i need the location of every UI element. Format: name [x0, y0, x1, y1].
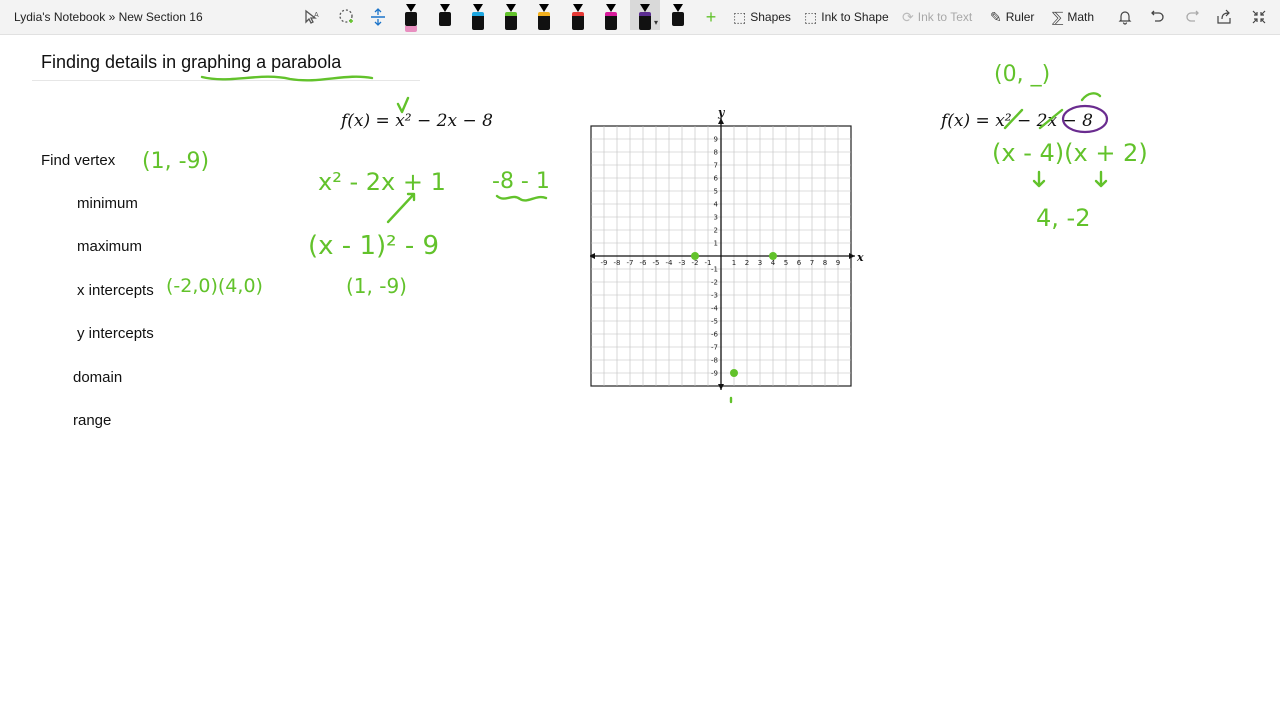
- y-tick-label: -5: [711, 318, 718, 326]
- y-tick-label: 2: [714, 227, 718, 235]
- graph-svg: xy-9 -8 -7 -6 -5 -4 -3 -2 -1 1 2 3 4 5 6 7 8 9987654321-1…: [589, 106, 864, 390]
- graph-point: [730, 369, 738, 377]
- x-tick-label: 9: [836, 259, 840, 267]
- ink-pointer-line: [1080, 92, 1102, 102]
- ink-squiggle-under: [495, 194, 548, 202]
- x-axis-arrow-right: [849, 253, 855, 259]
- x-tick-label: 6: [797, 259, 802, 267]
- x-tick-label: -7: [627, 259, 634, 267]
- ink-strikeouts: [1003, 108, 1064, 130]
- ink-arrow-down-2: [1094, 170, 1108, 188]
- x-tick-label: -8: [614, 259, 621, 267]
- y-tick-label: -2: [711, 279, 718, 287]
- ink-completing-square-3: (x - 1)² - 9: [308, 231, 439, 261]
- ink-completing-square-2: -8 - 1: [492, 169, 550, 194]
- x-tick-label: -6: [640, 259, 648, 267]
- x-tick-label: 3: [758, 259, 762, 267]
- ink-x-intercepts-answer: (-2,0)(4,0): [166, 275, 263, 297]
- x-tick-label: 5: [784, 259, 788, 267]
- graph-point: [691, 252, 699, 260]
- graph-point: [769, 252, 777, 260]
- y-tick-label: -4: [711, 305, 719, 313]
- y-axis-arrow-down: [718, 384, 724, 390]
- coordinate-grid[interactable]: x y -9 -8 -7 -6 -5 -4 -3 -2 -1 1 2 3 4 5 6 7 8 9 9 8 7 6 5 4 3 2 1 -1…: [589, 106, 870, 405]
- y-tick-label: -8: [711, 357, 718, 365]
- y-tick-label: 1: [714, 240, 718, 248]
- y-tick-label: -1: [711, 266, 718, 274]
- y-tick-label: 5: [714, 188, 718, 196]
- y-axis-label: y: [717, 110, 726, 119]
- ink-title-underline: [200, 75, 374, 82]
- y-tick-label: 3: [714, 214, 718, 222]
- x-tick-label: 2: [745, 259, 749, 267]
- x-tick-label: -2: [692, 259, 699, 267]
- x-tick-label: -5: [653, 259, 660, 267]
- x-tick-label: 1: [732, 259, 736, 267]
- y-tick-label: 6: [714, 175, 719, 183]
- ink-completing-square-1: x² - 2x + 1: [318, 168, 446, 196]
- x-tick-label: -3: [679, 259, 686, 267]
- x-tick-label: 4: [771, 259, 776, 267]
- ink-arrow-down-1: [1032, 170, 1046, 188]
- y-tick-label: 9: [714, 136, 718, 144]
- y-tick-label: -7: [711, 344, 718, 352]
- ink-y-intercept-partial: (0, _): [994, 62, 1050, 87]
- ink-arrow: [386, 192, 416, 224]
- y-tick-label: 8: [714, 149, 718, 157]
- ink-checkmark: [396, 96, 410, 114]
- y-tick-label: 7: [714, 162, 718, 170]
- ink-factored: (x - 4)(x + 2): [992, 139, 1148, 167]
- x-tick-label: -4: [666, 259, 674, 267]
- x-tick-label: 8: [823, 259, 827, 267]
- ink-vertex-answer: (1, -9): [142, 149, 209, 174]
- ink-roots: 4, -2: [1036, 204, 1090, 232]
- x-tick-label: -9: [601, 259, 608, 267]
- y-tick-label: 4: [714, 201, 719, 209]
- x-tick-label: 7: [810, 259, 814, 267]
- y-tick-label: -9: [711, 370, 718, 378]
- ink-vertex-written: (1, -9): [346, 274, 407, 298]
- x-axis-label: x: [856, 251, 864, 264]
- y-tick-label: -3: [711, 292, 718, 300]
- ink-purple-circle: [1061, 104, 1109, 134]
- y-tick-label: -6: [711, 331, 719, 339]
